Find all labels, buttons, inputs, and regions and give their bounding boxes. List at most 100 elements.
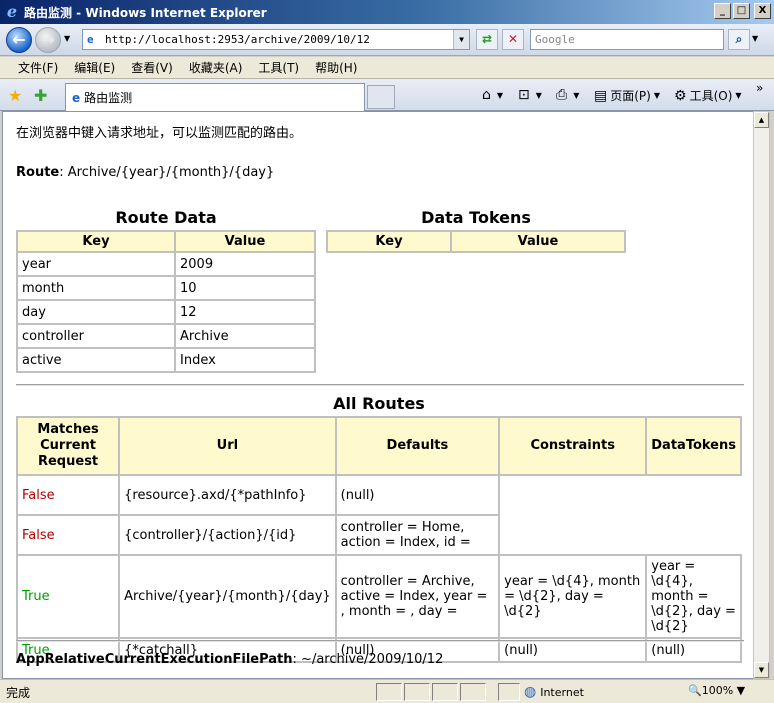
exec-path-value: ~/archive/2009/10/12	[301, 652, 444, 667]
all-routes-header-constraints: Constraints	[498, 416, 648, 476]
table-row: False {resource}.axd/{*pathInfo} (null)	[15, 474, 741, 555]
status-cell	[432, 683, 458, 701]
menu-favorites[interactable]: 收藏夹(A)	[181, 59, 251, 76]
route-data-title: Route Data	[115, 208, 217, 227]
data-tokens-header-value: Value	[450, 230, 626, 253]
all-routes-header-url: Url	[118, 416, 337, 476]
table-row: day 12	[16, 299, 316, 325]
route-data-key: active	[16, 347, 176, 373]
page-icon: e	[87, 32, 94, 46]
data-tokens-table: Key Value	[326, 230, 626, 253]
route-url: Archive/{year}/{month}/{day}	[118, 554, 337, 639]
divider	[16, 640, 744, 642]
route-defaults: controller = Archive, active = Index, ye…	[334, 554, 501, 639]
tab-label: 路由监测	[84, 91, 133, 105]
vertical-scrollbar[interactable]: ▲ ▼	[753, 111, 770, 679]
minimize-button[interactable]: _	[714, 3, 731, 19]
ie-logo-icon: e	[6, 2, 18, 21]
route-label: Route	[16, 165, 60, 180]
rss-icon: ⊡	[518, 87, 530, 103]
menu-edit[interactable]: 编辑(E)	[66, 59, 123, 76]
new-tab-button[interactable]	[367, 85, 395, 109]
print-button[interactable]: ⎙ ▼	[556, 87, 579, 103]
page-menu-icon: ▤	[594, 87, 608, 104]
route-data-key: day	[16, 299, 176, 325]
table-row: controller Archive	[16, 323, 316, 349]
route-data-header-value: Value	[174, 230, 316, 253]
menu-view[interactable]: 查看(V)	[123, 59, 181, 76]
search-options-dropdown-icon[interactable]: ▼	[752, 34, 758, 43]
address-dropdown-icon[interactable]: ▼	[453, 30, 469, 49]
exec-path-label: AppRelativeCurrentExecutionFilePath	[16, 652, 293, 667]
address-input[interactable]: e http://localhost:2953/archive/2009/10/…	[82, 29, 470, 50]
maximize-button[interactable]: □	[733, 3, 750, 19]
route-defaults: (null)	[334, 474, 501, 516]
page-content: 在浏览器中键入请求地址，可以监测匹配的路由。 Route: Archive/{y…	[15, 122, 744, 667]
route-match: True	[15, 554, 121, 639]
tab-bar: ★ ✚ e 路由监测 ⌂ ▼ ⊡ ▼ ⎙ ▼ ▤ 页面(P) ▼ ⚙ 工具(O) ▼ »	[0, 79, 774, 111]
route-data-key: month	[16, 275, 176, 301]
all-routes-header-defaults: Defaults	[334, 416, 501, 476]
route-url: {resource}.axd/{*pathInfo}	[118, 474, 337, 516]
status-bar: 完成 ◍ Internet 🔍100% ▼	[0, 679, 774, 703]
tools-menu-button[interactable]: ⚙ 工具(O) ▼	[674, 87, 742, 104]
back-button[interactable]: ←	[6, 27, 32, 53]
tab-route-monitor[interactable]: e 路由监测	[65, 83, 365, 111]
page-viewport: 在浏览器中键入请求地址，可以监测匹配的路由。 Route: Archive/{y…	[2, 111, 754, 679]
route-data-key: year	[16, 251, 176, 277]
home-button[interactable]: ⌂ ▼	[482, 87, 503, 103]
route-datatokens: year = \d{4}, month = \d{2}, day = \d{2}	[645, 554, 742, 639]
favorites-star-icon[interactable]: ★	[8, 86, 22, 105]
table-row: month 10	[16, 275, 316, 301]
title-bar: e 路由监测 - Windows Internet Explorer _ □ X	[0, 0, 774, 24]
route-line: Route: Archive/{year}/{month}/{day}	[16, 165, 275, 180]
address-url: http://localhost:2953/archive/2009/10/12	[105, 33, 370, 46]
data-tokens-title: Data Tokens	[421, 208, 531, 227]
table-row: year 2009	[16, 251, 316, 277]
route-value: Archive/{year}/{month}/{day}	[67, 165, 275, 180]
route-defaults: controller = Home, action = Index, id =	[334, 514, 501, 556]
data-tokens-section: Data Tokens Key Value	[326, 208, 626, 253]
zoom-level[interactable]: 🔍100% ▼	[688, 684, 745, 697]
home-icon: ⌂	[482, 87, 491, 103]
scroll-up-icon[interactable]: ▲	[754, 112, 769, 128]
search-icon[interactable]: ⌕	[728, 29, 750, 50]
feeds-button[interactable]: ⊡ ▼	[518, 87, 542, 103]
security-zone[interactable]: ◍ Internet	[524, 684, 584, 700]
status-text: 完成	[6, 686, 31, 700]
route-match: False	[15, 514, 121, 556]
scroll-down-icon[interactable]: ▼	[754, 662, 769, 678]
chevron-more-icon[interactable]: »	[756, 81, 763, 95]
zone-label: Internet	[540, 685, 584, 699]
menu-help[interactable]: 帮助(H)	[307, 59, 365, 76]
route-constraints: year = \d{4}, month = \d{2}, day = \d{2}	[498, 554, 648, 639]
page-menu-button[interactable]: ▤ 页面(P) ▼	[594, 87, 660, 104]
menu-tools[interactable]: 工具(T)	[250, 59, 307, 76]
gear-icon: ⚙	[674, 87, 687, 104]
all-routes-table: Matches Current Request Url Defaults Con…	[15, 416, 742, 663]
add-favorite-icon[interactable]: ✚	[34, 86, 47, 105]
route-data-value: Archive	[174, 323, 316, 349]
all-routes-header-datatokens: DataTokens	[645, 416, 742, 476]
protected-mode-icon[interactable]	[498, 683, 520, 701]
intro-text: 在浏览器中键入请求地址，可以监测匹配的路由。	[16, 126, 303, 141]
exec-path-line: AppRelativeCurrentExecutionFilePath: ~/a…	[16, 652, 444, 667]
all-routes-title: All Routes	[333, 394, 425, 413]
printer-icon: ⎙	[556, 87, 568, 103]
route-data-key: controller	[16, 323, 176, 349]
menu-file[interactable]: 文件(F)	[10, 59, 66, 76]
route-data-value: 2009	[174, 251, 316, 277]
route-data-value: 10	[174, 275, 316, 301]
route-match: False	[15, 474, 121, 516]
route-url: {controller}/{action}/{id}	[118, 514, 337, 556]
forward-button[interactable]: →	[35, 27, 61, 53]
history-dropdown-icon[interactable]: ▼	[64, 34, 70, 43]
stop-button[interactable]: ✕	[502, 29, 524, 50]
route-data-value: 12	[174, 299, 316, 325]
route-data-value: Index	[174, 347, 316, 373]
close-button[interactable]: X	[754, 3, 771, 19]
refresh-button[interactable]: ⇄	[476, 29, 498, 50]
search-input[interactable]: Google	[530, 29, 724, 50]
data-tokens-header-key: Key	[326, 230, 452, 253]
all-routes-section: All Routes Matches Current Request Url D…	[15, 394, 742, 663]
